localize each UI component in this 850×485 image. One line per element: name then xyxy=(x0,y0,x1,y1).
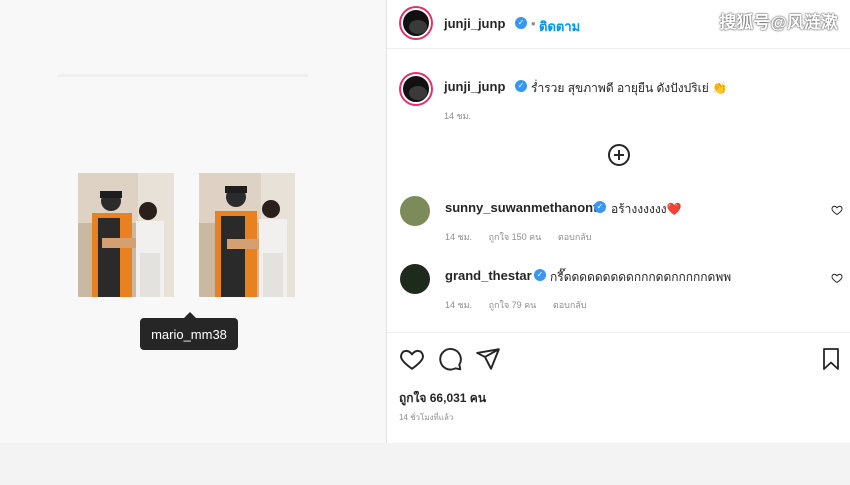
follow-button[interactable]: ติดตาม xyxy=(539,16,580,37)
avatar-image xyxy=(401,8,431,38)
comment-reply-button[interactable]: ตอบกลับ xyxy=(553,300,587,310)
bookmark-icon[interactable] xyxy=(819,346,843,372)
comment-meta: 14 ชม. ถูกใจ 79 คน ตอบกลับ xyxy=(445,298,601,312)
author-username[interactable]: junji_junp xyxy=(444,16,505,31)
watermark-text: 搜狐号@风涟漱 xyxy=(719,13,838,32)
separator-dot: • xyxy=(531,16,536,31)
like-heart-icon[interactable] xyxy=(399,346,425,372)
caption-meta: 14 ชม. xyxy=(444,109,485,123)
verified-icon: ✓ xyxy=(515,17,527,29)
verified-icon: ✓ xyxy=(515,80,527,92)
likes-count[interactable]: ถูกใจ 66,031 คน xyxy=(399,389,486,408)
share-icon[interactable] xyxy=(475,346,501,372)
comment-like-icon[interactable] xyxy=(831,272,843,284)
commenter-avatar[interactable] xyxy=(400,196,430,226)
post-timestamp: 14 ชั่วโมงที่แล้ว xyxy=(399,413,454,422)
comment-like-icon[interactable] xyxy=(831,204,843,216)
avatar-image xyxy=(401,74,431,104)
page-background xyxy=(0,443,850,485)
load-more-comments-icon[interactable] xyxy=(608,144,630,166)
comment-time[interactable]: 14 ชม. xyxy=(445,300,472,310)
comment-text: อร้างงงงงง❤️ xyxy=(611,202,682,216)
post-photo-right[interactable] xyxy=(199,173,295,297)
post-sidebar: junji_junp ✓ • ติดตาม junji_junp ✓ ร่ำรว… xyxy=(386,0,850,444)
comment-likes[interactable]: ถูกใจ 79 คน xyxy=(489,300,537,310)
comment-reply-button[interactable]: ตอบกลับ xyxy=(558,232,592,242)
verified-icon: ✓ xyxy=(594,201,606,213)
user-tag-label: mario_mm38 xyxy=(151,326,227,342)
commenter-avatar[interactable] xyxy=(400,264,430,294)
comment-meta: 14 ชม. ถูกใจ 150 คน ตอบกลับ xyxy=(445,230,606,244)
caption-avatar[interactable] xyxy=(399,72,433,106)
header-divider xyxy=(387,48,850,49)
caption-text: ร่ำรวย สุขภาพดี อายุยืน ดังปังปริเย่ 👏 xyxy=(531,81,728,95)
user-tag-tooltip[interactable]: mario_mm38 xyxy=(140,312,238,350)
caption-time[interactable]: 14 ชม. xyxy=(444,111,471,121)
divider xyxy=(58,74,308,77)
comment-likes[interactable]: ถูกใจ 150 คน xyxy=(489,232,542,242)
commenter-username[interactable]: sunny_suwanmethanont xyxy=(445,200,597,215)
verified-icon: ✓ xyxy=(534,269,546,281)
post-photo-left[interactable] xyxy=(78,173,174,297)
caption-username[interactable]: junji_junp xyxy=(444,79,505,94)
commenter-username[interactable]: grand_thestar xyxy=(445,268,532,283)
comment-icon[interactable] xyxy=(437,346,463,372)
post-media-area: mario_mm38 xyxy=(0,0,385,485)
actions-divider xyxy=(387,332,850,333)
author-avatar[interactable] xyxy=(399,6,433,40)
comment-text: กรี๊ดดดดดดดดดกกกดดกกกกกดพพ xyxy=(550,270,732,284)
comment-time[interactable]: 14 ชม. xyxy=(445,232,472,242)
